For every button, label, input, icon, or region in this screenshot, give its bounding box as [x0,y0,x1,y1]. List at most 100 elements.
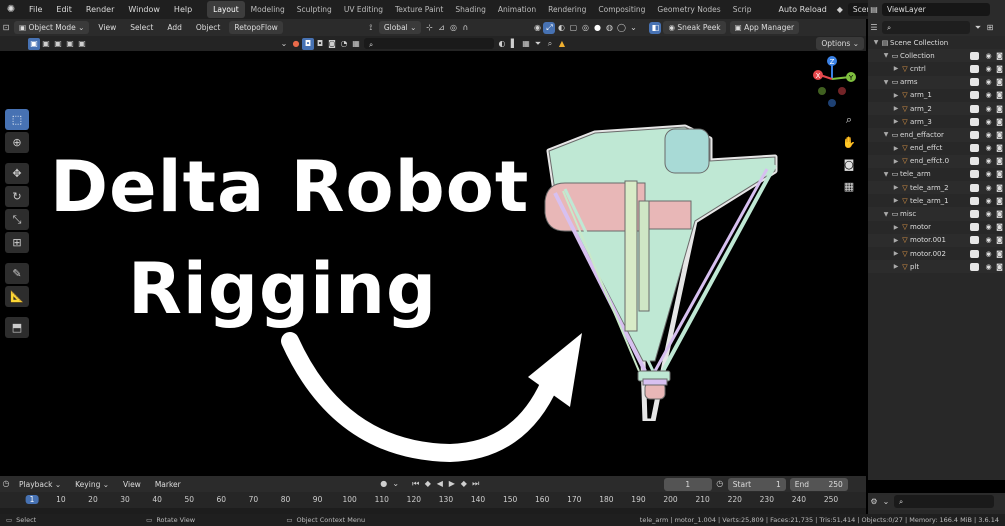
exclude-checkbox[interactable] [970,144,979,153]
expand-down-icon[interactable]: ▼ [882,79,890,86]
add-menu[interactable]: Add [162,21,187,34]
select-box-tool-icon[interactable]: ⬚ [5,109,29,130]
display-mode-icon[interactable]: ⌄ [278,38,290,50]
menu-window[interactable]: Window [121,0,167,19]
shading-options-icon[interactable]: ⌄ [627,22,639,34]
sneak-peek-button[interactable]: ◉ Sneak Peek [663,21,726,34]
eye-icon[interactable]: ◉ [983,78,994,86]
tab-uv-editing[interactable]: UV Editing [338,1,389,18]
outliner-row[interactable]: ▶ ▽ plt ◉ ◙ [868,260,1005,274]
exclude-checkbox[interactable] [970,183,979,192]
outliner-row[interactable]: ▶ ▽ arm_1 ◉ ◙ [868,89,1005,102]
next-keyframe-icon[interactable]: ◆ [458,478,470,490]
app-manager-button[interactable]: ▣ App Manager [729,21,800,34]
playback-menu[interactable]: Playback ⌄ [14,478,66,491]
pivot-point-icon[interactable]: ⊹ [423,22,435,34]
cursor-tool-icon[interactable]: ⊕ [5,132,29,153]
transform-tool-icon[interactable]: ⊞ [5,232,29,253]
eye-icon[interactable]: ◉ [983,210,994,218]
expand-right-icon[interactable]: ▶ [892,65,900,72]
eye-icon[interactable]: ◉ [983,197,994,205]
filter-visible-icon[interactable]: ◐ [496,38,508,50]
outliner-panel[interactable]: ▼ ▤ Scene Collection ▼ ▭ Collection ◉ ◙ ▶ ▽ cntrl ◉… [868,36,1005,480]
expand-down-icon[interactable]: ▼ [882,211,890,218]
expand-right-icon[interactable]: ▶ [892,224,900,231]
properties-menu-icon[interactable]: ⌄ [880,496,892,508]
eye-icon[interactable]: ◉ [983,105,994,113]
preview-range-icon[interactable]: ◷ [714,478,726,490]
outliner-search-input[interactable]: ⌕ [882,21,970,34]
expand-right-icon[interactable]: ▶ [892,250,900,257]
hand-pan-icon[interactable]: ✋ [838,131,860,153]
tab-geometry-nodes[interactable]: Geometry Nodes [651,1,726,18]
eye-icon[interactable]: ◉ [983,236,994,244]
outliner-row[interactable]: ▼ ▤ Scene Collection [868,36,1005,49]
measure-tool-icon[interactable]: 📐 [5,286,29,307]
zoom-icon[interactable]: ⌕ [544,38,556,50]
eye-icon[interactable]: ◉ [983,223,994,231]
outliner-row[interactable]: ▼ ▭ misc ◉ ◙ [868,207,1005,221]
new-collection-icon[interactable]: ⊞ [984,22,996,34]
jump-end-icon[interactable]: ⏭ [470,478,482,490]
filter-empty-icon[interactable]: ▦ [350,38,362,50]
outliner-row[interactable]: ▶ ▽ arm_2 ◉ ◙ [868,101,1005,116]
eye-icon[interactable]: ◉ [983,170,994,178]
move-tool-icon[interactable]: ✥ [5,163,29,184]
render-camera-icon[interactable]: ◙ [994,52,1005,60]
eye-icon[interactable]: ◉ [983,91,994,99]
eye-icon[interactable]: ◉ [983,157,994,165]
render-camera-icon[interactable]: ◙ [994,184,1005,192]
select-mode-invert-icon[interactable]: ▣ [64,38,76,50]
exclude-checkbox[interactable] [970,223,979,232]
render-camera-icon[interactable]: ◙ [994,210,1005,218]
tab-animation[interactable]: Animation [492,1,542,18]
outliner-row[interactable]: ▼ ▭ end_effactor ◉ ◙ [868,128,1005,142]
expand-down-icon[interactable]: ▼ [872,39,880,46]
exclude-checkbox[interactable] [970,78,979,87]
end-frame-field[interactable]: End 250 [789,477,848,491]
render-camera-icon[interactable]: ◙ [994,157,1005,165]
filter-camera-icon[interactable]: ◙ [326,38,338,50]
outliner-row[interactable]: ▶ ▽ end_effct.0 ◉ ◙ [868,154,1005,168]
eye-icon[interactable]: ◉ [983,184,994,192]
mode-selector[interactable]: ▣ Object Mode ⌄ [14,21,90,34]
exclude-checkbox[interactable] [970,104,979,113]
camera-icon[interactable]: ◙ [838,153,860,175]
retopoflow-menu[interactable]: RetopoFlow [229,21,283,34]
tab-shading[interactable]: Shading [449,1,491,18]
rotate-tool-icon[interactable]: ↻ [5,186,29,207]
exclude-checkbox[interactable] [970,51,979,60]
bookmark-icon[interactable]: ▌ [508,38,520,50]
shading-material-icon[interactable]: ◍ [603,22,615,34]
outliner-row[interactable]: ▶ ▽ tele_arm_1 ◉ ◙ [868,194,1005,207]
outliner-row[interactable]: ▶ ▽ motor ◉ ◙ [868,221,1005,234]
outliner-row[interactable]: ▶ ▽ motor.002 ◉ ◙ [868,247,1005,260]
timeline-editor-icon[interactable]: ◷ [0,478,12,490]
eye-icon[interactable]: ◉ [983,263,994,271]
scale-tool-icon[interactable]: ⤡ [5,209,29,230]
shading-solid-icon[interactable]: ● [591,22,603,34]
expand-right-icon[interactable]: ▶ [892,197,900,204]
render-camera-icon[interactable]: ◙ [994,236,1005,244]
exclude-checkbox[interactable] [970,170,979,179]
exclude-checkbox[interactable] [970,210,979,219]
eye-icon[interactable]: ◉ [983,118,994,126]
exclude-checkbox[interactable] [970,236,979,245]
funnel-icon[interactable]: ⏷ [532,38,544,50]
expand-right-icon[interactable]: ▶ [892,263,900,270]
expand-down-icon[interactable]: ▼ [882,171,890,178]
3d-viewport[interactable]: Z Y X ⌕ ✋ ◙ ▦ ⬚ ⊕ ✥ ↻ ⤡ ⊞ ✎ 📐 ⬒ Delta Ro… [0,51,866,476]
select-mode-extend-icon[interactable]: ▣ [40,38,52,50]
warning-icon[interactable]: ▲ [556,38,568,50]
render-camera-icon[interactable]: ◙ [994,118,1005,126]
ortho-grid-icon[interactable]: ▦ [838,175,860,197]
snap-icon[interactable]: ⊿ [435,22,447,34]
blender-logo-icon[interactable]: ✺ [0,0,22,19]
render-camera-icon[interactable]: ◙ [994,263,1005,271]
tab-modeling[interactable]: Modeling [245,1,291,18]
transform-pivot-icon[interactable]: ⟟ [365,22,377,34]
outliner-row[interactable]: ▶ ▽ motor.001 ◉ ◙ [868,233,1005,247]
expand-down-icon[interactable]: ▼ [882,52,890,59]
expand-down-icon[interactable]: ▼ [882,131,890,138]
menu-help[interactable]: Help [167,0,199,19]
